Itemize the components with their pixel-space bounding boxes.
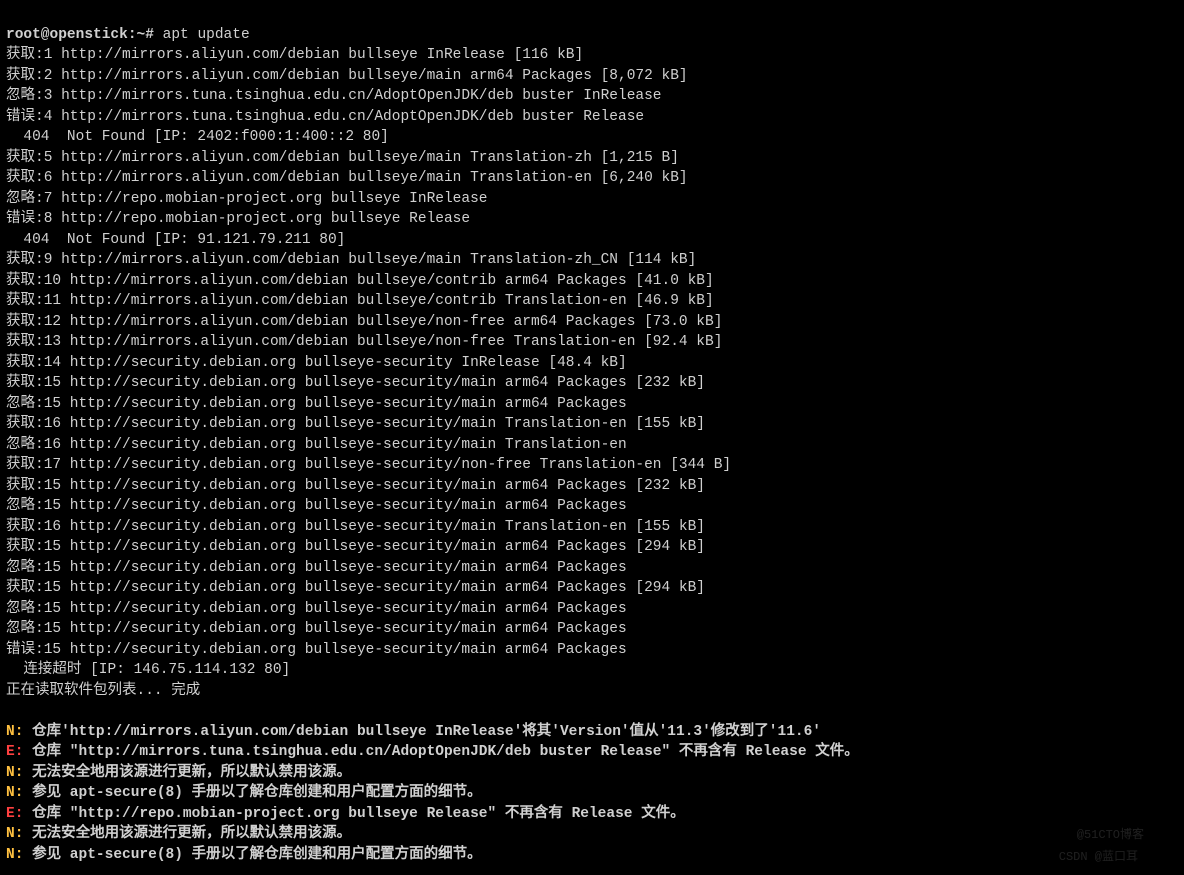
notice-tag: E: xyxy=(6,806,23,822)
notice-text: 参见 apt-secure(8) 手册以了解仓库创建和用户配置方面的细节。 xyxy=(23,785,481,801)
terminal-output[interactable]: root@openstick:~# apt update 获取:1 http:/… xyxy=(0,0,1184,869)
notice-tag: N: xyxy=(6,785,23,801)
notice-tag: N: xyxy=(6,765,23,781)
notice-tag: N: xyxy=(6,826,23,842)
apt-notices: N: 仓库'http://mirrors.aliyun.com/debian b… xyxy=(6,701,1178,865)
notice-tag: E: xyxy=(6,744,23,760)
notice-text: 仓库 "http://mirrors.tuna.tsinghua.edu.cn/… xyxy=(23,744,858,760)
notice-text: 参见 apt-secure(8) 手册以了解仓库创建和用户配置方面的细节。 xyxy=(23,847,481,863)
notice-tag: N: xyxy=(6,847,23,863)
notice-text: 无法安全地用该源进行更新，所以默认禁用该源。 xyxy=(23,826,351,842)
apt-output-lines: 获取:1 http://mirrors.aliyun.com/debian bu… xyxy=(6,45,1178,701)
notice-text: 无法安全地用该源进行更新，所以默认禁用该源。 xyxy=(23,765,351,781)
shell-prompt: root@openstick:~# apt update xyxy=(6,27,250,43)
notice-text: 仓库 "http://repo.mobian-project.org bulls… xyxy=(23,806,684,822)
notice-tag: N: xyxy=(6,724,23,740)
notice-text: 仓库'http://mirrors.aliyun.com/debian bull… xyxy=(23,724,821,740)
